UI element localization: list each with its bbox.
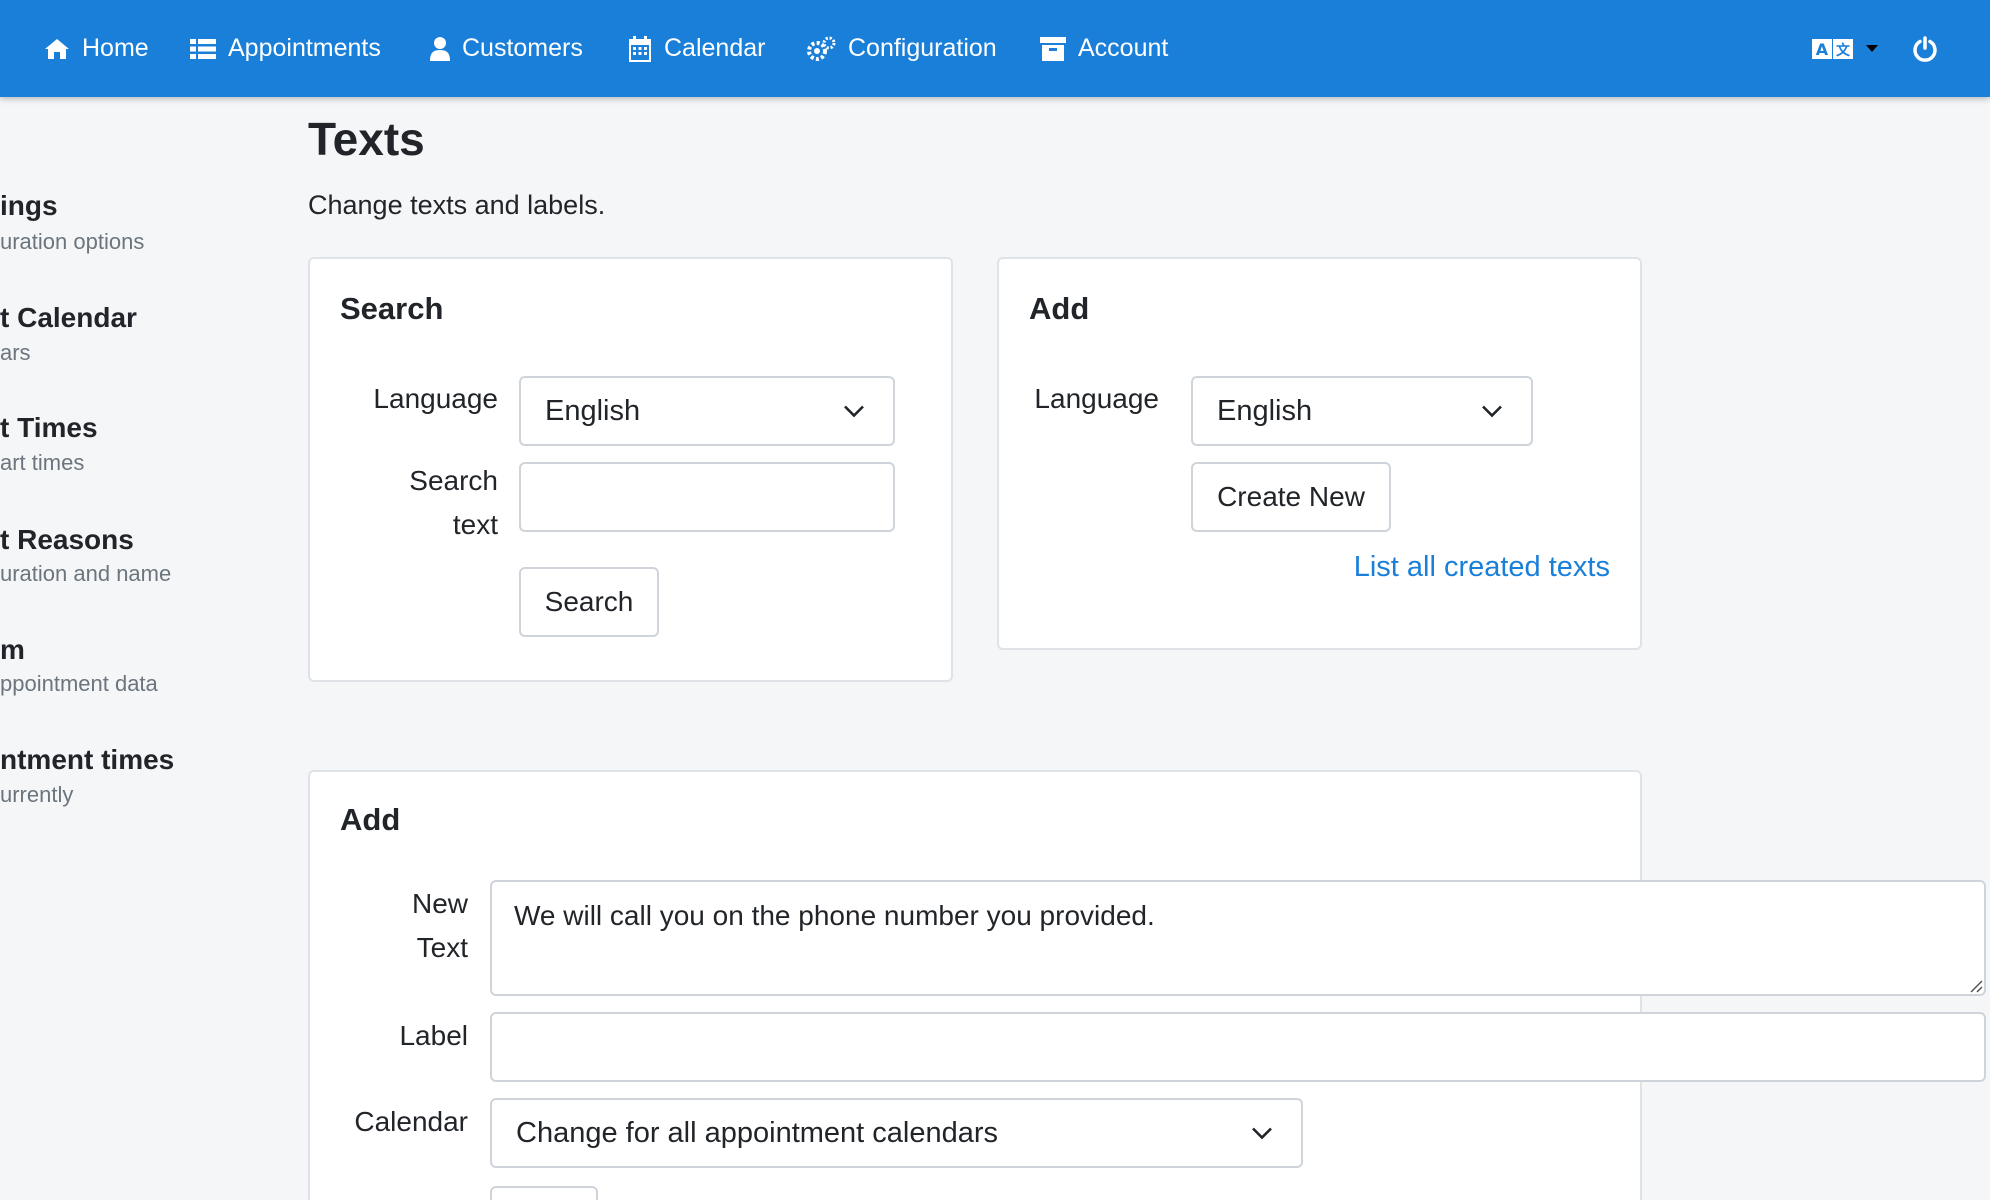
add-card-title: Add <box>1029 291 1090 326</box>
nav-configuration-label: Configuration <box>848 34 997 62</box>
calendar-field-label: Calendar <box>354 1106 468 1137</box>
list-icon <box>190 38 216 59</box>
nav-calendar-label: Calendar <box>664 34 766 62</box>
translate-icon: A文 <box>1812 38 1853 59</box>
calendar-select-value: Change for all appointment calendars <box>516 1116 999 1149</box>
nav-home[interactable]: Home <box>44 0 149 97</box>
top-navbar: Home Appointments Customers Calendar Con… <box>0 0 1990 97</box>
search-text-label-line1: Search <box>409 465 498 496</box>
nav-appointments[interactable]: Appointments <box>190 0 381 97</box>
add-language-select[interactable]: English <box>1191 376 1533 446</box>
caret-down-icon <box>1866 44 1878 52</box>
create-new-button[interactable]: Create New <box>1191 462 1391 532</box>
add-form-title: Add <box>340 802 401 837</box>
sidebar-item-title: ings <box>0 190 58 221</box>
sidebar-item-subtitle: uration and name <box>0 561 172 586</box>
new-text-label-line1: New <box>411 888 468 919</box>
label-field-label: Label <box>399 1020 468 1051</box>
add-language-label: Language <box>1034 383 1159 414</box>
new-text-textarea[interactable]: We will call you on the phone number you… <box>490 880 1986 996</box>
svg-text:A: A <box>1816 40 1829 59</box>
search-text-label-line2: text <box>452 509 498 540</box>
cogs-icon <box>807 36 836 61</box>
search-button[interactable]: Search <box>519 567 659 637</box>
sidebar-item-title: t Calendar <box>0 302 137 333</box>
sidebar-item-title: t Times <box>0 412 98 443</box>
nav-customers[interactable]: Customers <box>430 0 583 97</box>
nav-account[interactable]: Account <box>1040 0 1168 97</box>
logout-button[interactable] <box>1912 0 1938 97</box>
list-created-texts-link[interactable]: List all created texts <box>1354 551 1610 584</box>
calendar-icon <box>629 35 651 62</box>
sidebar-item-subtitle: ppointment data <box>0 671 158 696</box>
nav-account-label: Account <box>1078 34 1169 62</box>
language-menu[interactable]: A文 <box>1812 0 1878 97</box>
svg-text:文: 文 <box>1836 42 1851 59</box>
add-language-value: English <box>1217 394 1313 427</box>
sidebar-item-subtitle: uration options <box>0 229 145 254</box>
nav-calendar[interactable]: Calendar <box>628 0 765 97</box>
archive-icon <box>1040 36 1066 61</box>
search-card-title: Search <box>340 291 444 326</box>
chevron-down-icon <box>1252 1127 1272 1140</box>
page-title: Texts <box>308 113 425 165</box>
page-subtitle: Change texts and labels. <box>308 190 606 220</box>
search-language-label: Language <box>373 383 498 414</box>
add-card: Add Language English Create New List all… <box>997 257 1642 650</box>
nav-home-label: Home <box>82 34 149 62</box>
new-text-label-line2: Text <box>416 932 468 963</box>
user-icon <box>430 36 450 61</box>
sidebar-item-title: t Reasons <box>0 524 134 555</box>
search-text-input[interactable] <box>519 462 895 532</box>
sidebar-item-title: ntment times <box>0 744 175 775</box>
power-icon <box>1913 35 1937 62</box>
submit-button[interactable] <box>490 1186 598 1200</box>
search-language-value: English <box>545 394 641 427</box>
sidebar-item-subtitle: urrently <box>0 782 74 807</box>
nav-customers-label: Customers <box>462 34 583 62</box>
home-icon <box>45 38 69 59</box>
chevron-down-icon <box>844 405 864 418</box>
sidebar-item-subtitle: ars <box>0 340 31 365</box>
resize-handle-icon[interactable] <box>1969 979 1983 993</box>
sidebar-item-title: m <box>0 634 25 665</box>
new-text-label: New Text <box>320 882 468 970</box>
label-input[interactable] <box>490 1012 1986 1082</box>
nav-configuration[interactable]: Configuration <box>806 0 997 97</box>
search-language-select[interactable]: English <box>519 376 895 446</box>
sidebar-item-subtitle: art times <box>0 450 85 475</box>
nav-appointments-label: Appointments <box>228 34 381 62</box>
search-card: Search Language English Search text Sear… <box>308 257 953 682</box>
search-text-label: Search text <box>330 459 498 547</box>
calendar-select[interactable]: Change for all appointment calendars <box>490 1098 1303 1168</box>
chevron-down-icon <box>1482 405 1502 418</box>
